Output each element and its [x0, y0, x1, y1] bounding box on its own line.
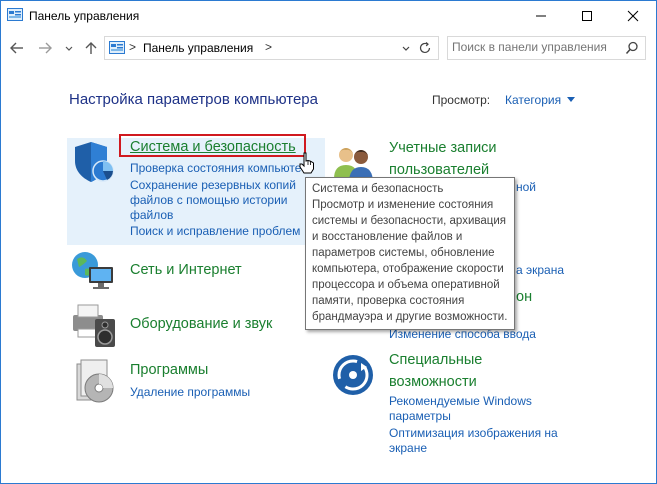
tooltip-text: Система и безопасность Просмотр и измене…: [312, 183, 508, 323]
access-link-recommended[interactable]: Рекомендуемые Windows: [389, 394, 532, 409]
navigation-bar: > Панель управления >: [1, 31, 656, 65]
system-link-backup[interactable]: Сохранение резервных копий: [130, 178, 296, 193]
minimize-button[interactable]: [518, 1, 564, 31]
access-link-recommended-line2[interactable]: параметры: [389, 409, 451, 424]
category-access-title-line2[interactable]: возможности: [389, 374, 477, 390]
focus-highlight: [119, 134, 306, 157]
access-link-optimize[interactable]: Оптимизация изображения на: [389, 426, 558, 441]
category-accounts-title-line2[interactable]: пользователей: [389, 162, 489, 178]
breadcrumb-separator[interactable]: >: [265, 40, 272, 54]
access-link-optimize-line2[interactable]: экране: [389, 441, 427, 456]
accounts-link-partial[interactable]: ной: [516, 180, 536, 195]
appearance-link-partial[interactable]: а экрана: [516, 263, 564, 278]
programs-disc-icon: [76, 359, 114, 403]
window-title: Панель управления: [29, 9, 140, 23]
breadcrumb-separator[interactable]: >: [129, 40, 136, 54]
view-by-dropdown[interactable]: Категория: [505, 93, 561, 107]
control-panel-icon: [109, 41, 125, 54]
close-icon: [627, 10, 639, 22]
maximize-button[interactable]: [564, 1, 610, 31]
category-hardware-title[interactable]: Оборудование и звук: [130, 316, 272, 332]
view-by-label: Просмотр:: [432, 93, 491, 107]
control-panel-window: Панель управления > Панель управления > …: [0, 0, 657, 484]
hand-cursor-icon: [299, 152, 314, 174]
category-access-title-line1[interactable]: Специальные: [389, 352, 482, 368]
address-bar[interactable]: > Панель управления >: [104, 36, 439, 60]
search-input[interactable]: [452, 39, 617, 55]
system-link-backup-line2[interactable]: файлов с помощью истории: [130, 193, 287, 208]
printer-speaker-icon: [73, 304, 115, 347]
system-link-check-status[interactable]: Проверка состояния компьюте: [130, 161, 301, 176]
category-accounts-title-line1[interactable]: Учетные записи: [389, 140, 497, 156]
system-link-backup-line3[interactable]: файлов: [130, 208, 173, 223]
maximize-icon: [582, 11, 592, 21]
category-clock-title-partial[interactable]: он: [516, 289, 532, 305]
network-icon: [72, 252, 113, 289]
search-box[interactable]: [447, 36, 646, 60]
view-by-caret-icon[interactable]: [567, 97, 575, 102]
chevron-down-icon[interactable]: [61, 40, 77, 56]
page-title: Настройка параметров компьютера: [69, 91, 318, 108]
search-icon[interactable]: [625, 41, 639, 55]
chevron-down-icon[interactable]: [400, 42, 412, 54]
system-link-troubleshoot[interactable]: Поиск и исправление проблем: [130, 224, 300, 239]
up-arrow-icon[interactable]: [83, 40, 99, 56]
refresh-icon[interactable]: [417, 40, 433, 56]
close-button[interactable]: [610, 1, 656, 31]
breadcrumb[interactable]: Панель управления: [143, 41, 253, 55]
ease-of-access-icon: [333, 355, 373, 395]
category-tooltip: Система и безопасность Просмотр и измене…: [305, 177, 515, 330]
control-panel-icon: [7, 8, 23, 21]
forward-arrow-icon[interactable]: [37, 40, 53, 56]
programs-link-uninstall[interactable]: Удаление программы: [130, 385, 250, 400]
category-network-title[interactable]: Сеть и Интернет: [130, 262, 242, 278]
back-arrow-icon[interactable]: [9, 40, 25, 56]
minimize-icon: [536, 15, 546, 17]
shield-icon: [75, 142, 114, 182]
category-programs-title[interactable]: Программы: [130, 362, 208, 378]
title-bar[interactable]: Панель управления: [1, 1, 656, 31]
